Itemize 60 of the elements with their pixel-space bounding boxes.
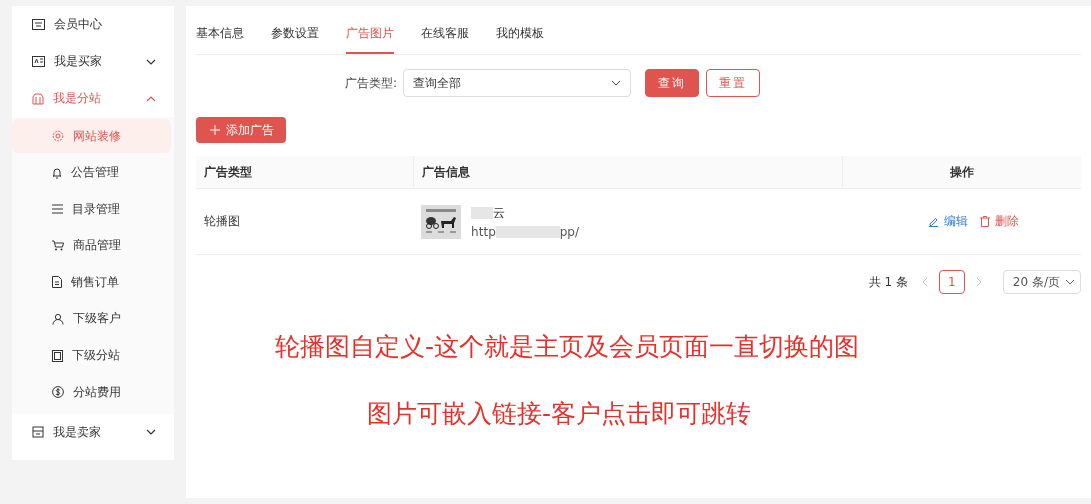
pencil-icon xyxy=(928,216,940,227)
tab[interactable]: 基本信息 xyxy=(196,25,244,54)
chevron-icon xyxy=(146,95,156,102)
annotation-text: 轮播图自定义-这个就是主页及会员页面一直切换的图 xyxy=(275,331,861,363)
ad-url: http xyxy=(471,224,496,239)
bell-icon xyxy=(52,166,62,179)
chevron-icon xyxy=(1065,279,1075,285)
chevron-left-icon[interactable] xyxy=(921,277,928,287)
dollar-icon xyxy=(52,386,64,399)
shop-icon xyxy=(32,92,44,105)
filter-label: 广告类型: xyxy=(345,74,398,92)
settings-icon xyxy=(52,130,64,142)
id-card-icon xyxy=(32,19,45,30)
tab[interactable]: 参数设置 xyxy=(271,25,319,54)
sidebar-subitem[interactable]: 销售订单 xyxy=(12,265,174,300)
sidebar-item[interactable]: 我是卖家 xyxy=(12,413,174,451)
chevron-right-icon[interactable] xyxy=(975,277,982,287)
ad-title: 云 xyxy=(493,204,506,222)
sidebar-subitem[interactable]: 网站装修 xyxy=(12,119,171,153)
cart-icon xyxy=(52,240,64,252)
delete-link[interactable]: 删除 xyxy=(980,213,1020,230)
ad-type-select[interactable]: 查询全部 xyxy=(403,69,632,97)
list-icon xyxy=(52,204,63,215)
sidebar-subitem[interactable]: 下级分站 xyxy=(12,338,174,373)
search-button[interactable]: 查询 xyxy=(645,69,700,97)
sidebar-subitem[interactable]: 公告管理 xyxy=(12,155,174,190)
store-icon xyxy=(32,426,44,439)
sidebar-subitem[interactable]: 商品管理 xyxy=(12,228,174,263)
redacted-text xyxy=(495,225,560,238)
page-button[interactable]: 1 xyxy=(938,270,965,294)
id-card-icon xyxy=(32,56,45,67)
frame-icon xyxy=(52,349,63,362)
reset-button[interactable]: 重置 xyxy=(706,69,761,97)
column-header: 操作 xyxy=(950,164,975,179)
redacted-text xyxy=(471,207,494,219)
total-count: 共 1 条 xyxy=(868,273,908,291)
chevron-icon xyxy=(146,429,156,436)
tab[interactable]: 我的模板 xyxy=(496,25,544,54)
edit-link[interactable]: 编辑 xyxy=(928,213,969,230)
column-header: 广告类型 xyxy=(204,164,252,179)
add-ad-button[interactable]: 添加广告 xyxy=(196,117,286,143)
annotation-text: 图片可嵌入链接-客户点击即可跳转 xyxy=(367,398,753,430)
document-icon xyxy=(52,276,62,289)
table-cell: 轮播图 xyxy=(204,214,240,228)
column-header: 广告信息 xyxy=(421,164,470,179)
trash-icon xyxy=(980,216,991,227)
sidebar-item[interactable]: 会员中心 xyxy=(12,6,174,43)
sidebar-subitem[interactable]: 目录管理 xyxy=(12,192,174,227)
ad-url: pp/ xyxy=(559,224,580,239)
sidebar-item[interactable]: 我是买家 xyxy=(12,43,174,80)
tab[interactable]: 广告图片 xyxy=(346,25,394,54)
page-size-select[interactable]: 20 条/页 xyxy=(1002,270,1081,294)
sidebar-item[interactable]: 我是分站 xyxy=(12,80,174,117)
plus-icon xyxy=(210,125,220,135)
sidebar-subitem[interactable]: 分站费用 xyxy=(12,375,174,410)
sidebar-subitem[interactable]: 下级客户 xyxy=(12,301,174,336)
user-icon xyxy=(52,312,64,325)
chevron-icon xyxy=(146,58,156,65)
tab[interactable]: 在线客服 xyxy=(421,25,469,54)
chevron-icon xyxy=(611,80,622,86)
